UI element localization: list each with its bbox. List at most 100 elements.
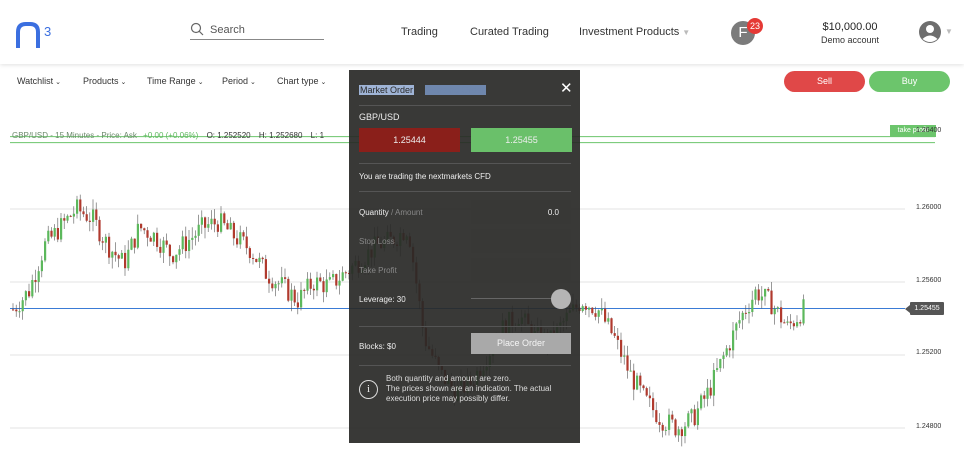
sell-button[interactable]: Sell — [784, 71, 865, 92]
candle-body — [744, 312, 747, 314]
blocks-label: Blocks: $0 — [359, 342, 396, 351]
quantity-amount-label: Quantity / Amount — [359, 208, 423, 217]
candle-body — [610, 318, 613, 334]
candle-body — [277, 283, 280, 285]
candle-body — [677, 429, 680, 436]
candle-body — [255, 258, 258, 262]
candle-body — [741, 312, 744, 321]
candle-body — [18, 311, 21, 313]
candle-body — [69, 215, 72, 217]
candle-body — [306, 278, 309, 291]
candle-body — [117, 255, 120, 259]
chevron-down-icon: ⌄ — [320, 79, 327, 86]
candle-body — [194, 235, 197, 238]
candle-body — [258, 257, 261, 262]
candle-body — [47, 230, 50, 242]
account-balance[interactable]: $10,000.00 Demo account — [800, 21, 900, 45]
candle-body — [764, 288, 767, 297]
candle-body — [152, 232, 155, 242]
toolbar-watchlist[interactable]: Watchlist ⌄ — [17, 76, 61, 86]
quantity-label[interactable]: Quantity — [359, 208, 389, 217]
logo[interactable]: 3 — [16, 20, 60, 55]
candle-body — [12, 309, 15, 311]
take-profit-input[interactable] — [471, 258, 571, 282]
candle-body — [623, 355, 626, 357]
candle-body — [24, 291, 27, 301]
legend-open: O: 1.252520 — [206, 131, 251, 140]
candle-body — [328, 277, 331, 280]
candle-body — [184, 236, 187, 252]
candle-body — [124, 252, 127, 269]
candle-body — [140, 223, 143, 229]
toolbar-chart-type[interactable]: Chart type ⌄ — [277, 76, 326, 86]
legend-high: H: 1.252680 — [258, 131, 303, 140]
stop-loss-input[interactable] — [471, 229, 571, 253]
candle-body — [143, 228, 146, 231]
candle-body — [108, 236, 111, 258]
tab-pending-order[interactable]: Pending Order — [425, 85, 486, 95]
candle-body — [79, 199, 82, 212]
amount-label[interactable]: Amount — [395, 208, 423, 217]
candle-body — [60, 218, 63, 240]
current-price-label: 1.25455 — [910, 302, 944, 315]
candle-body — [226, 223, 229, 230]
buy-price-button[interactable]: 1.25455 — [471, 128, 572, 152]
candle-body — [165, 240, 168, 245]
toolbar-time-range[interactable]: Time Range ⌄ — [147, 76, 204, 86]
candle-body — [245, 236, 248, 249]
stop-loss-label: Stop Loss — [359, 237, 395, 246]
user-icon[interactable] — [918, 20, 942, 44]
place-order-button[interactable]: Place Order — [471, 333, 571, 354]
candle-body — [680, 429, 683, 437]
top-bar: 3 Trading Curated Trading Investment Pro… — [0, 0, 964, 64]
candle-body — [325, 279, 328, 293]
info-text: Both quantity and amount are zero. The p… — [386, 374, 571, 404]
candle-body — [120, 252, 123, 259]
tab-market-order[interactable]: Market Order — [359, 85, 415, 95]
candle-body — [796, 322, 799, 327]
candle-body — [661, 424, 664, 431]
candle-body — [53, 227, 56, 237]
candle-body — [312, 288, 315, 291]
chevron-down-icon: ⌄ — [197, 79, 204, 86]
notification-badge: 23 — [747, 18, 763, 34]
toolbar-chart-type-label: Chart type — [277, 76, 319, 86]
nav-investment-products[interactable]: Investment Products ▼ — [579, 26, 690, 38]
search-box[interactable] — [190, 22, 324, 40]
candle-body — [236, 238, 239, 245]
nav-trading[interactable]: Trading — [401, 26, 438, 38]
quantity-input[interactable] — [471, 200, 571, 224]
toolbar-products[interactable]: Products ⌄ — [83, 76, 126, 86]
y-tick-label: 1.26000 — [916, 204, 942, 211]
user-menu-chevron-icon[interactable]: ▼ — [945, 27, 953, 36]
divider — [359, 163, 571, 164]
account-type: Demo account — [820, 35, 880, 45]
candle-body — [37, 271, 40, 282]
candle-body — [133, 238, 136, 248]
candle-body — [287, 278, 290, 301]
search-input[interactable] — [210, 22, 322, 38]
candle-body — [709, 387, 712, 396]
take-profit-label: Take Profit — [359, 266, 397, 275]
divider — [359, 191, 571, 192]
candle-body — [658, 422, 661, 425]
candle-body — [34, 280, 37, 282]
search-icon — [190, 22, 204, 36]
leverage-slider-knob[interactable] — [551, 289, 571, 309]
order-panel: Market Order Pending Order ✕ GBP/USD 1.2… — [349, 70, 580, 443]
take-profit-axis-label: 1.26400 — [916, 127, 942, 134]
toolbar-period[interactable]: Period ⌄ — [222, 76, 256, 86]
leverage-slider-track[interactable] — [471, 298, 561, 299]
nav-investment-products-label: Investment Products — [579, 26, 680, 38]
candle-body — [82, 211, 85, 215]
nav-curated-trading[interactable]: Curated Trading — [470, 26, 549, 38]
candle-body — [242, 232, 245, 237]
candle-body — [792, 323, 795, 327]
candle-body — [754, 289, 757, 300]
chevron-down-icon: ⌄ — [120, 79, 127, 86]
candle-body — [271, 283, 274, 289]
candle-body — [111, 251, 114, 258]
buy-button[interactable]: Buy — [869, 71, 950, 92]
sell-price-button[interactable]: 1.25444 — [359, 128, 460, 152]
close-icon[interactable]: ✕ — [560, 79, 573, 97]
